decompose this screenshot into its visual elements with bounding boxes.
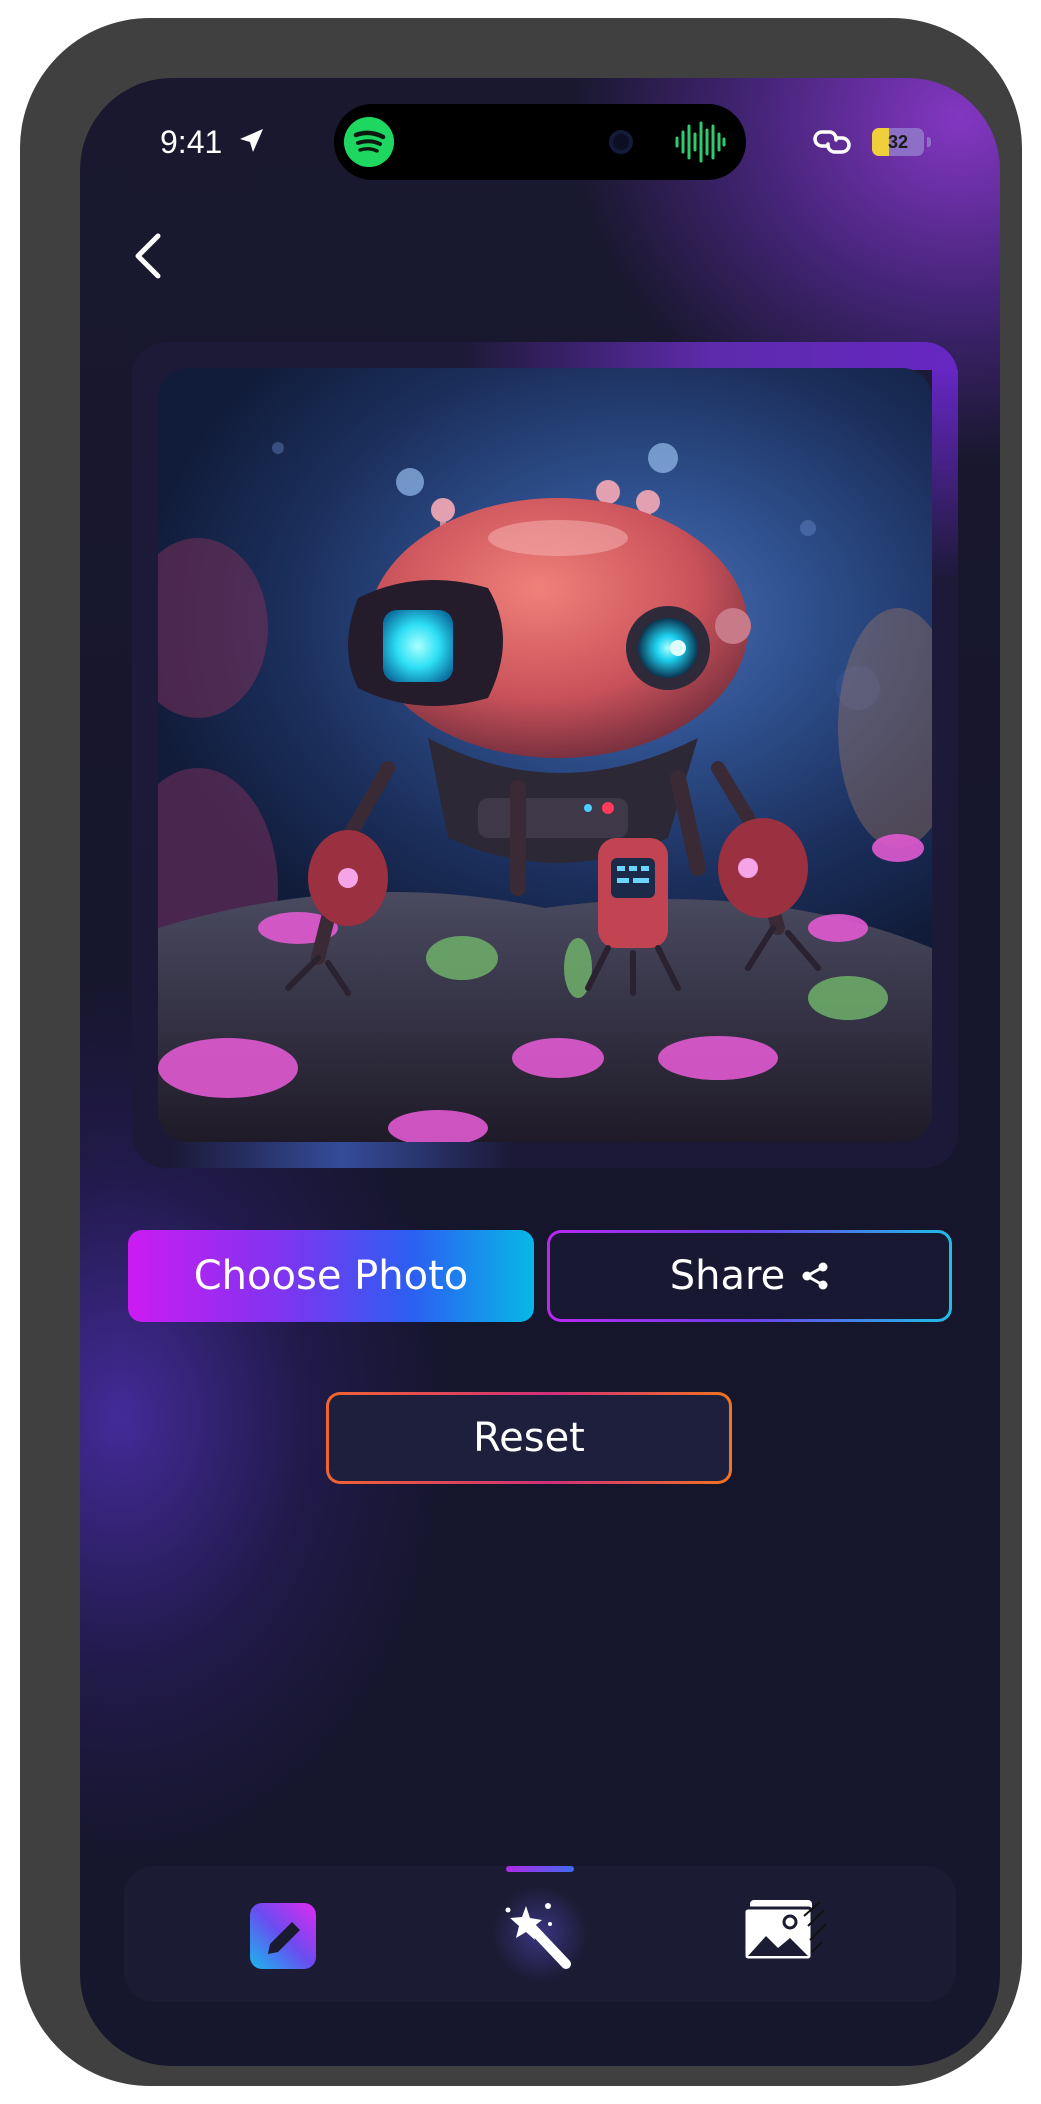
magic-wand-icon	[492, 1886, 588, 1982]
reset-button[interactable]: Reset	[326, 1392, 732, 1484]
battery-level: 32	[887, 132, 909, 152]
location-arrow-icon	[240, 129, 263, 152]
reset-label: Reset	[473, 1415, 585, 1461]
active-tab-indicator	[506, 1866, 574, 1872]
tab-magic[interactable]	[440, 1866, 640, 2002]
dynamic-island[interactable]	[334, 104, 746, 180]
choose-photo-label: Choose Photo	[193, 1253, 469, 1299]
app-screen: 9:41 32 Choose Photo Share Reset	[80, 78, 1000, 2066]
card-glow-bottom	[172, 1142, 512, 1168]
share-icon	[802, 1262, 828, 1290]
card-glow-right	[932, 370, 958, 580]
share-button[interactable]: Share	[547, 1230, 952, 1322]
battery-tip	[927, 137, 931, 147]
battery-icon: 32	[872, 128, 924, 156]
link-icon	[813, 130, 851, 154]
share-label: Share	[669, 1253, 786, 1299]
bottom-tab-bar	[124, 1866, 956, 2002]
tab-edit[interactable]	[184, 1866, 384, 2002]
tab-gallery[interactable]	[686, 1866, 886, 2002]
status-time: 9:41	[160, 124, 223, 160]
camera-dot-icon	[609, 130, 633, 154]
robot-illustration	[158, 442, 932, 1142]
gallery-images-icon	[742, 1900, 827, 1962]
audio-waveform-icon	[675, 121, 726, 163]
image-preview-card	[132, 342, 958, 1168]
chevron-left-icon[interactable]	[120, 226, 180, 286]
robot-photo	[158, 368, 932, 1142]
spotify-icon[interactable]	[344, 117, 394, 167]
edit-pencil-icon	[250, 1903, 316, 1969]
choose-photo-button[interactable]: Choose Photo	[128, 1230, 534, 1322]
phone-frame: 9:41 32 Choose Photo Share Reset	[20, 18, 1022, 2086]
